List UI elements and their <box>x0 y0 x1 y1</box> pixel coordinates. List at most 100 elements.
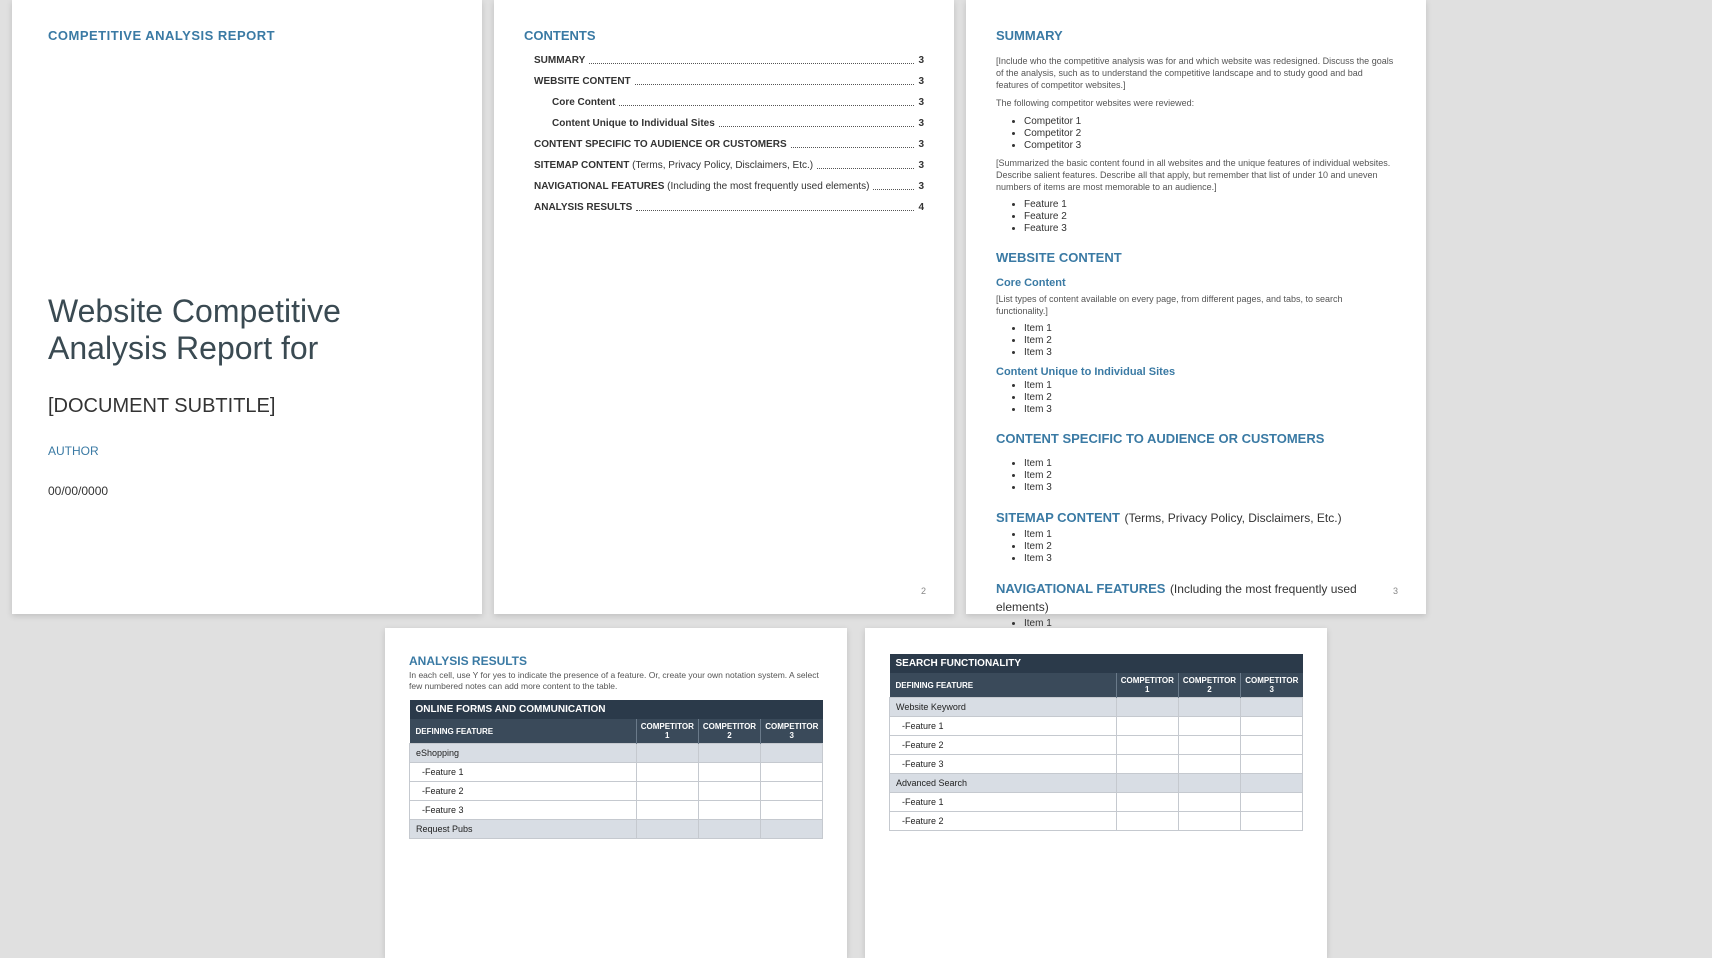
cover-page: COMPETITIVE ANALYSIS REPORT Website Comp… <box>12 0 482 614</box>
list-item: Item 3 <box>1024 347 1396 358</box>
toc-label: CONTENT SPECIFIC TO AUDIENCE OR CUSTOMER… <box>534 139 787 150</box>
core-items-list: Item 1Item 2Item 3 <box>996 323 1396 358</box>
value-cell <box>761 763 823 782</box>
col-competitor-2: COMPETITOR 2 <box>1178 673 1240 698</box>
value-cell <box>636 744 698 763</box>
value-cell <box>1178 736 1240 755</box>
report-title: Website Competitive Analysis Report for <box>48 293 446 367</box>
toc-list: SUMMARY3WEBSITE CONTENT3Core Content3Con… <box>524 55 924 213</box>
value-cell <box>1241 755 1303 774</box>
feature-cell: -Feature 3 <box>890 755 1117 774</box>
summary-page: SUMMARY [Include who the competitive ana… <box>966 0 1426 614</box>
toc-page: 3 <box>918 118 924 129</box>
unique-content-header: Content Unique to Individual Sites <box>996 366 1396 378</box>
summary-hint: [Include who the competitive analysis wa… <box>996 55 1396 91</box>
table-row: -Feature 2 <box>890 812 1303 831</box>
feature-cell: -Feature 1 <box>890 793 1117 812</box>
value-cell <box>761 744 823 763</box>
toc-page: 3 <box>918 160 924 171</box>
toc-label: Content Unique to Individual Sites <box>552 118 715 129</box>
table-row: -Feature 2 <box>410 782 823 801</box>
value-cell <box>636 820 698 839</box>
feature-cell: -Feature 2 <box>890 736 1117 755</box>
value-cell <box>1116 717 1178 736</box>
value-cell <box>698 782 760 801</box>
sitemap-header: SITEMAP CONTENT <box>996 510 1120 525</box>
value-cell <box>1241 793 1303 812</box>
toc-entry: SITEMAP CONTENT (Terms, Privacy Policy, … <box>534 160 924 171</box>
value-cell <box>698 763 760 782</box>
toc-label: SUMMARY <box>534 55 585 66</box>
report-date: 00/00/0000 <box>48 484 446 498</box>
list-item: Competitor 2 <box>1024 128 1396 139</box>
competitors-list: Competitor 1Competitor 2Competitor 3 <box>996 116 1396 151</box>
table-row: Request Pubs <box>410 820 823 839</box>
page-row-bottom: ANALYSIS RESULTS In each cell, use Y for… <box>0 614 1712 958</box>
summarized-hint: [Summarized the basic content found in a… <box>996 157 1396 193</box>
value-cell <box>1241 812 1303 831</box>
list-item: Item 2 <box>1024 541 1396 552</box>
feature-cell: -Feature 2 <box>410 782 637 801</box>
table-row: -Feature 3 <box>410 801 823 820</box>
value-cell <box>1178 698 1240 717</box>
toc-entry: CONTENT SPECIFIC TO AUDIENCE OR CUSTOMER… <box>534 139 924 150</box>
sitemap-header-row: SITEMAP CONTENT (Terms, Privacy Policy, … <box>996 509 1396 527</box>
nav-header: NAVIGATIONAL FEATURES <box>996 581 1165 596</box>
website-content-header: WEBSITE CONTENT <box>996 250 1396 265</box>
value-cell <box>698 744 760 763</box>
list-item: Item 2 <box>1024 335 1396 346</box>
table-title: SEARCH FUNCTIONALITY <box>890 654 1303 673</box>
sitemap-suffix: (Terms, Privacy Policy, Disclaimers, Etc… <box>1124 511 1341 525</box>
value-cell <box>761 801 823 820</box>
table-title: ONLINE FORMS AND COMMUNICATION <box>410 700 823 719</box>
search-functionality-page: SEARCH FUNCTIONALITY DEFINING FEATURE CO… <box>865 628 1327 958</box>
value-cell <box>1116 755 1178 774</box>
value-cell <box>1241 736 1303 755</box>
toc-label: WEBSITE CONTENT <box>534 76 631 87</box>
col-competitor-3: COMPETITOR 3 <box>1241 673 1303 698</box>
list-item: Feature 3 <box>1024 223 1396 234</box>
list-item: Item 1 <box>1024 323 1396 334</box>
toc-label: NAVIGATIONAL FEATURES (Including the mos… <box>534 181 869 192</box>
summary-header: SUMMARY <box>996 28 1396 43</box>
value-cell <box>636 763 698 782</box>
toc-page: 3 <box>918 55 924 66</box>
value-cell <box>761 820 823 839</box>
feature-cell: Request Pubs <box>410 820 637 839</box>
toc-entry: Core Content3 <box>534 97 924 108</box>
col-competitor-3: COMPETITOR 3 <box>761 719 823 744</box>
list-item: Item 2 <box>1024 392 1396 403</box>
value-cell <box>1116 698 1178 717</box>
table-row: Website Keyword <box>890 698 1303 717</box>
list-item: Feature 2 <box>1024 211 1396 222</box>
list-item: Item 1 <box>1024 529 1396 540</box>
table-row: -Feature 1 <box>890 717 1303 736</box>
list-item: Item 1 <box>1024 458 1396 469</box>
audience-header: CONTENT SPECIFIC TO AUDIENCE OR CUSTOMER… <box>996 431 1396 446</box>
list-item: Item 3 <box>1024 553 1396 564</box>
col-defining-feature: DEFINING FEATURE <box>890 673 1117 698</box>
value-cell <box>698 820 760 839</box>
toc-page: 3 <box>918 97 924 108</box>
feature-cell: Advanced Search <box>890 774 1117 793</box>
core-hint: [List types of content available on ever… <box>996 293 1396 317</box>
table-row: eShopping <box>410 744 823 763</box>
value-cell <box>1116 774 1178 793</box>
list-item: Item 3 <box>1024 482 1396 493</box>
toc-entry: Content Unique to Individual Sites 3 <box>534 118 924 129</box>
page-number: 3 <box>1393 586 1398 596</box>
toc-label: ANALYSIS RESULTS <box>534 202 632 213</box>
table-row: -Feature 2 <box>890 736 1303 755</box>
nav-header-row: NAVIGATIONAL FEATURES (Including the mos… <box>996 580 1396 616</box>
value-cell <box>1241 774 1303 793</box>
sitemap-items-list: Item 1Item 2Item 3 <box>996 529 1396 564</box>
feature-cell: -Feature 2 <box>890 812 1117 831</box>
value-cell <box>1116 812 1178 831</box>
features-list: Feature 1Feature 2Feature 3 <box>996 199 1396 234</box>
page-row-top: COMPETITIVE ANALYSIS REPORT Website Comp… <box>0 0 1712 614</box>
value-cell <box>1178 717 1240 736</box>
col-defining-feature: DEFINING FEATURE <box>410 719 637 744</box>
value-cell <box>636 782 698 801</box>
page-number: 2 <box>921 586 926 596</box>
toc-label: SITEMAP CONTENT (Terms, Privacy Policy, … <box>534 160 813 171</box>
